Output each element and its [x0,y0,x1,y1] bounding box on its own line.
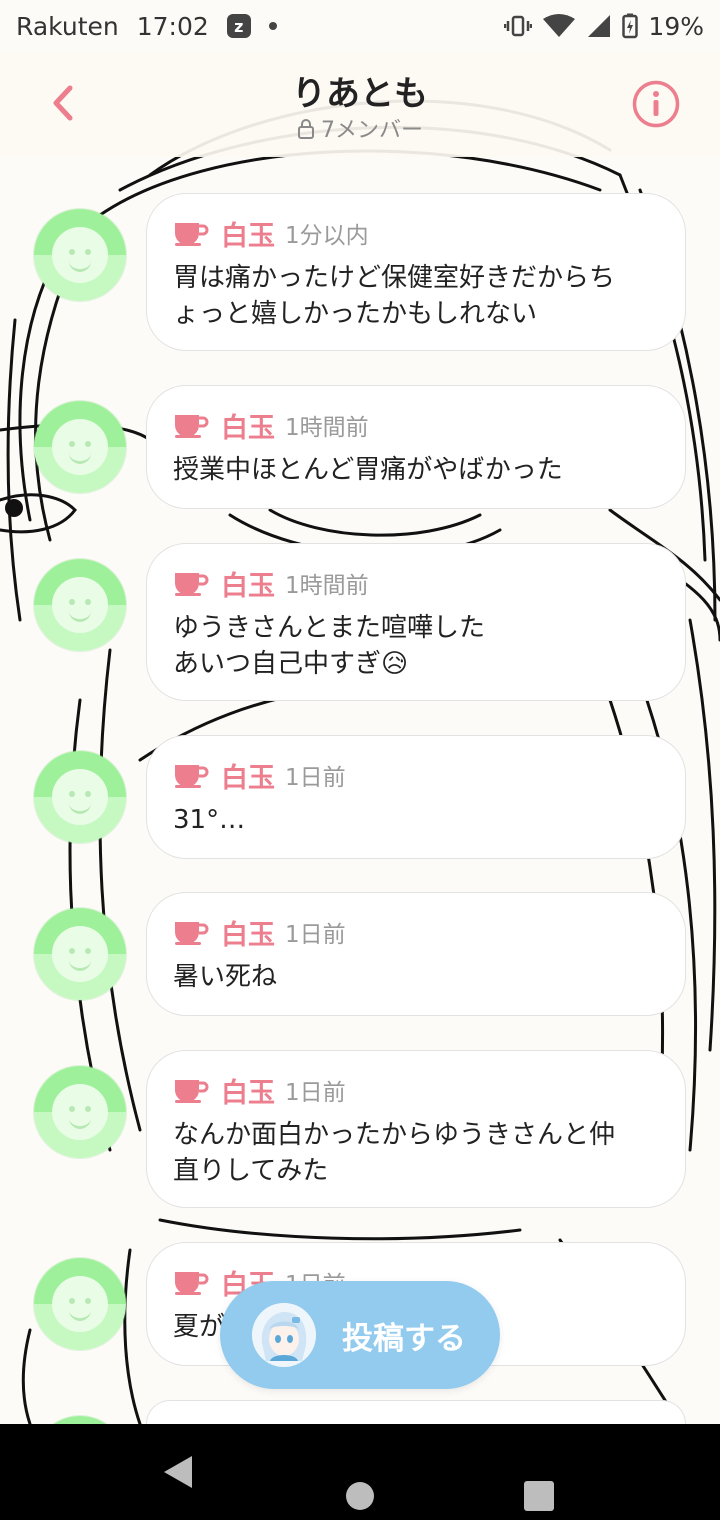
member-count-label: 7メンバー [321,118,423,143]
system-nav-bar [0,1424,720,1520]
post-author[interactable]: 白玉 [221,214,275,253]
avatar[interactable] [34,751,126,843]
nav-back-icon[interactable] [160,1454,196,1490]
post-author[interactable]: 白玉 [221,406,275,445]
user-avatar [252,1303,316,1367]
post-author[interactable]: 白玉 [221,1071,275,1110]
post-bubble[interactable]: 白玉 1時間前 授業中ほとんど胃痛がやばかった [146,385,686,509]
post-bubble[interactable]: 白玉 1分以内 胃は痛かったけど保健室好きだからち ょっと嬉しかったかもしれない [146,193,686,351]
clock: 17:02 [136,11,209,41]
nav-recents-icon[interactable] [524,1481,554,1511]
post-text: 暑い死ね [173,962,278,992]
info-icon[interactable] [632,80,680,128]
post-bubble[interactable] [146,1400,686,1424]
post-time: 1日前 [285,1080,346,1106]
post-text: 授業中ほとんど胃痛がやばかった [173,455,563,485]
post-time: 1日前 [285,765,346,791]
teacup-icon [175,223,209,246]
avatar[interactable] [34,908,126,1000]
teacup-icon [175,922,209,945]
post-text: 31°… [173,805,246,835]
post-bubble[interactable]: 白玉 1日前 31°… [146,735,686,859]
avatar[interactable] [34,209,126,301]
chat-header: りあとも 7メンバー [0,52,720,157]
post-author[interactable]: 白玉 [221,913,275,952]
teacup-icon [175,765,209,788]
lock-icon [298,119,314,139]
notification-dot-icon [268,22,277,30]
compose-post-button[interactable]: 投稿する [220,1281,500,1389]
avatar[interactable] [34,1258,126,1350]
avatar[interactable] [34,1066,126,1158]
post-time: 1日前 [285,922,346,948]
post-text: ゆうきさんとまた喧嘩した あいつ自己中すぎ😥 [173,613,486,679]
avatar[interactable] [34,401,126,493]
post-time: 1時間前 [285,415,369,441]
vibrate-icon [504,15,533,37]
teacup-icon [175,415,209,438]
post-time: 1分以内 [285,223,369,249]
post-text: なんか面白かったからゆうきさんと仲 直りしてみた [173,1120,616,1186]
wifi-icon [543,14,576,37]
group-title: りあとも [292,74,428,114]
status-bar: Rakuten 17:02 z 19% [0,0,720,52]
carrier-name: Rakuten [16,11,119,41]
battery-icon [622,13,639,39]
battery-level: 19% [648,11,704,41]
post-author[interactable]: 白玉 [221,756,275,795]
post-text: 胃は痛かったけど保健室好きだからち ょっと嬉しかったかもしれない [173,263,616,329]
character-avatar-icon [252,1303,316,1367]
post-bubble[interactable]: 白玉 1時間前 ゆうきさんとまた喧嘩した あいつ自己中すぎ😥 [146,543,686,701]
post-time: 1時間前 [285,573,369,599]
teacup-icon [175,573,209,596]
teacup-icon [175,1272,209,1295]
avatar[interactable] [34,559,126,651]
post-bubble[interactable]: 白玉 1日前 暑い死ね [146,892,686,1016]
signal-icon [588,15,611,37]
teacup-icon [175,1080,209,1103]
nav-home-icon[interactable] [346,1482,374,1510]
app-notification-icon: z [226,14,251,38]
member-count: 7メンバー [0,112,720,144]
post-author[interactable]: 白玉 [221,564,275,603]
post-bubble[interactable]: 白玉 1日前 なんか面白かったからゆうきさんと仲 直りしてみた [146,1050,686,1208]
compose-post-label: 投稿する [342,1320,466,1357]
